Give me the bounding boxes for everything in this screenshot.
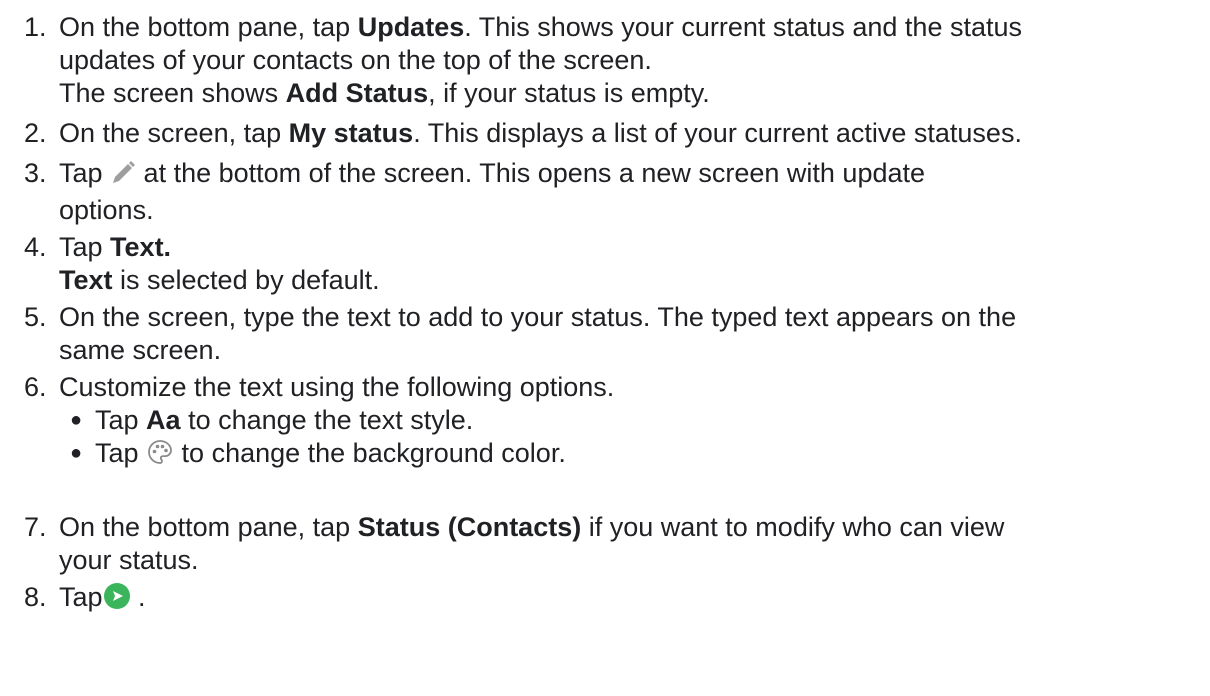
step-7-line-1: On the bottom pane, tap Status (Contacts… [59,512,1005,542]
step-number: 2. [24,118,47,148]
step-3-line-1: Tap at the bottom of the screen. This op… [59,157,1210,194]
step-8-line: Tap . [59,581,1210,618]
step-number: 1. [24,12,47,42]
step-1: 1. On the bottom pane, tap Updates. This… [0,11,1210,110]
step-5-line-1: On the screen, type the text to add to y… [59,302,1017,332]
step-3: 3. Tap at the bottom of the screen. This… [0,157,1210,227]
step-number: 3. [24,158,47,188]
step-6: 6. Customize the text using the followin… [0,371,1210,404]
step-8: 8. Tap . [0,581,1210,618]
step-6-options: ● Tap Aa to change the text style. ● Tap t… [0,404,1210,474]
step-7-line-2: your status. [59,545,199,575]
step-7: 7. On the bottom pane, tap Status (Conta… [0,511,1210,577]
step-6-line: Customize the text using the following o… [59,372,615,402]
palette-icon [146,438,174,474]
step-4: 4. Tap Text. Text is selected by default… [0,231,1210,297]
step-4-line-1: Tap Text. [59,232,172,262]
step-number: 5. [24,302,47,332]
step-4-note: Text is selected by default. [59,265,380,295]
step-number: 8. [24,582,47,612]
step-number: 7. [24,512,47,542]
pencil-icon [110,160,136,194]
step-2-line: On the screen, tap My status. This displ… [59,118,1022,148]
step-number: 6. [24,372,47,402]
step-2: 2. On the screen, tap My status. This di… [0,117,1210,150]
option-text-style: ● Tap Aa to change the text style. [70,405,474,435]
step-1-line-1: On the bottom pane, tap Updates. This sh… [59,12,1023,42]
step-5: 5. On the screen, type the text to add t… [0,301,1210,367]
bullet-icon: ● [70,442,83,464]
step-3-line-2: options. [59,195,154,225]
instructions-document: 1. On the bottom pane, tap Updates. This… [0,0,1210,696]
option-background-color: ● Tap to change the background color. [0,437,1210,474]
step-1-line-3: The screen shows Add Status, if your sta… [59,78,710,108]
step-1-line-2: updates of your contacts on the top of t… [59,45,652,75]
step-5-line-2: same screen. [59,335,222,365]
bullet-icon: ● [70,409,83,431]
send-icon [103,582,131,618]
step-number: 4. [24,232,47,262]
